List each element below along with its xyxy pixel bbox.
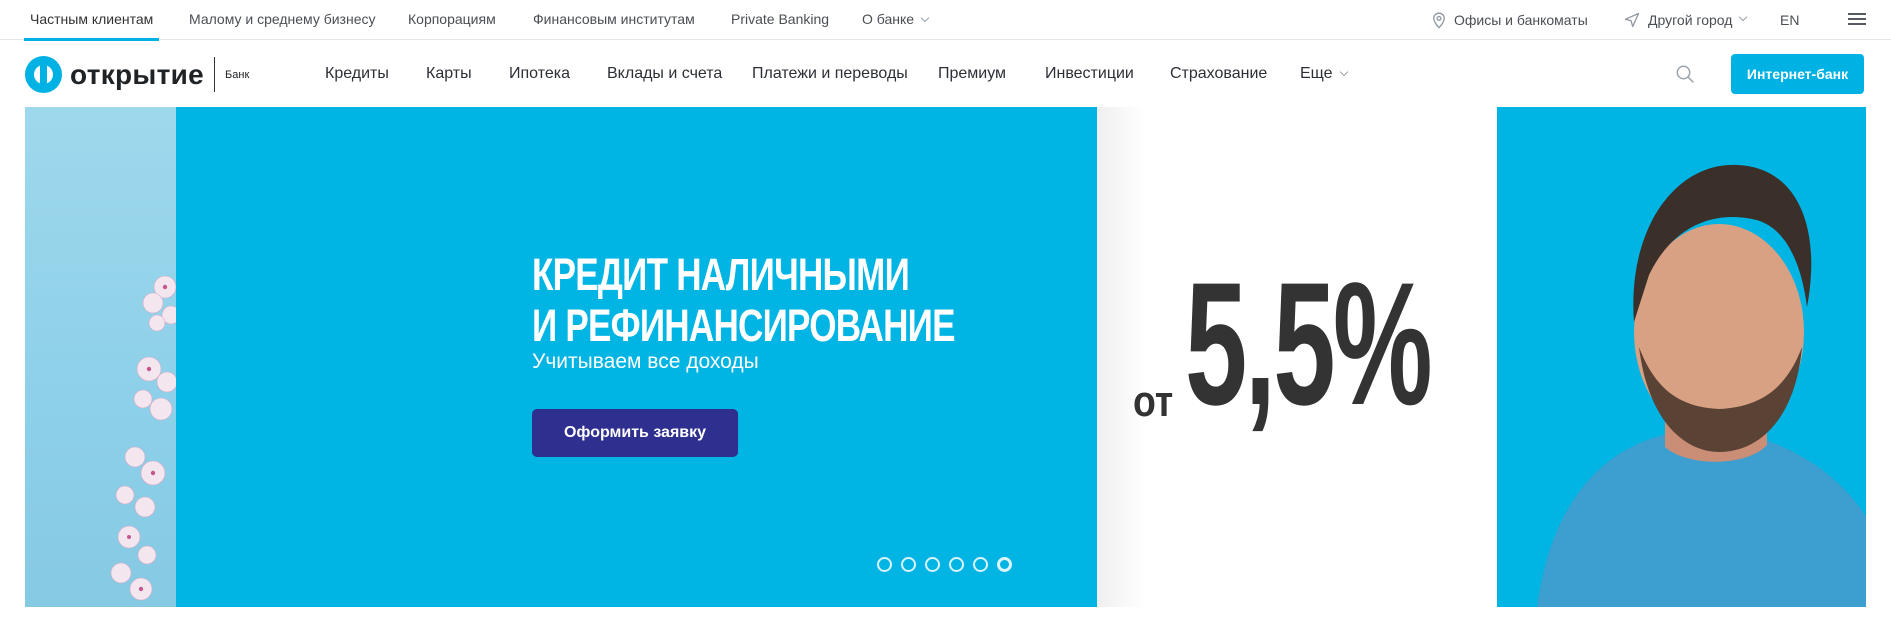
hero-title: КРЕДИТ НАЛИЧНЫМИ И РЕФИНАНСИРОВАНИЕ (532, 249, 956, 351)
nav-item-premium[interactable]: Премиум (938, 40, 1006, 107)
otkritie-logo-icon (25, 56, 62, 93)
slider-dot-6[interactable] (997, 557, 1012, 572)
logo-wordmark: открытие (70, 58, 205, 90)
internet-bank-button[interactable]: Интернет-банк (1731, 54, 1864, 94)
hero-title-line-1: КРЕДИТ НАЛИЧНЫМИ (532, 249, 910, 300)
man-portrait-image (1537, 164, 1866, 607)
slider-dot-4[interactable] (949, 557, 964, 572)
bank-logo[interactable]: открытие Банк (25, 56, 249, 93)
chevron-down-icon (920, 13, 930, 23)
nav-item-credits[interactable]: Кредиты (325, 40, 389, 107)
city-selector[interactable]: Другой город (1624, 0, 1748, 40)
hero-title-line-2: И РЕФИНАНСИРОВАНИЕ (532, 300, 956, 351)
cherry-blossom-image (110, 275, 181, 601)
rate-value: 5,5% (1185, 247, 1433, 442)
rate-prefix: от (1133, 377, 1174, 426)
nav-item-insurance[interactable]: Страхование (1170, 40, 1267, 107)
slider-dot-5[interactable] (973, 557, 988, 572)
logo-divider (214, 57, 216, 92)
nav-item-investments[interactable]: Инвестиции (1045, 40, 1134, 107)
segment-private-banking[interactable]: Private Banking (731, 0, 829, 40)
chevron-down-icon (1739, 12, 1748, 22)
chevron-down-icon (1339, 67, 1348, 77)
segment-corporations[interactable]: Корпорациям (408, 0, 496, 40)
person-photo (1497, 107, 1866, 607)
nav-item-mortgage[interactable]: Ипотека (509, 40, 570, 107)
segment-about-bank-label: О банке (862, 11, 915, 27)
slider-dot-2[interactable] (901, 557, 916, 572)
city-label: Другой город (1648, 12, 1733, 28)
nav-item-cards[interactable]: Карты (426, 40, 472, 107)
slider-dot-1[interactable] (877, 557, 892, 572)
nav-item-more-label: Еще (1300, 65, 1333, 82)
segment-financial-institutions[interactable]: Финансовым институтам (533, 0, 695, 40)
slider-dot-3[interactable] (925, 557, 940, 572)
nav-item-deposits[interactable]: Вклады и счета (607, 40, 722, 107)
segment-private-clients[interactable]: Частным клиентам (23, 0, 160, 41)
apply-button[interactable]: Оформить заявку (532, 409, 738, 457)
location-arrow-icon (1624, 12, 1640, 28)
segment-bar: Частным клиентам Малому и среднему бизне… (0, 0, 1891, 41)
language-switch[interactable]: EN (1780, 0, 1799, 40)
segment-small-business[interactable]: Малому и среднему бизнесу (189, 0, 376, 40)
offices-atms-link[interactable]: Офисы и банкоматы (1432, 0, 1588, 40)
offices-atms-label: Офисы и банкоматы (1454, 12, 1588, 28)
search-icon[interactable] (1675, 64, 1695, 84)
main-navigation: открытие Банк Кредиты Карты Ипотека Вкла… (0, 40, 1891, 107)
flower-photo (25, 107, 181, 607)
nav-item-more[interactable]: Еще (1300, 40, 1348, 107)
map-pin-icon (1433, 12, 1445, 29)
hero-banner: КРЕДИТ НАЛИЧНЫМИ И РЕФИНАНСИРОВАНИЕ Учит… (25, 107, 1866, 607)
nav-item-payments[interactable]: Платежи и переводы (752, 40, 908, 107)
slider-pagination (877, 557, 1021, 572)
hero-subtitle: Учитываем все доходы (532, 350, 759, 373)
segment-about-bank[interactable]: О банке (862, 0, 930, 40)
logo-subtitle: Банк (225, 68, 250, 81)
hamburger-menu-icon[interactable] (1848, 13, 1866, 25)
